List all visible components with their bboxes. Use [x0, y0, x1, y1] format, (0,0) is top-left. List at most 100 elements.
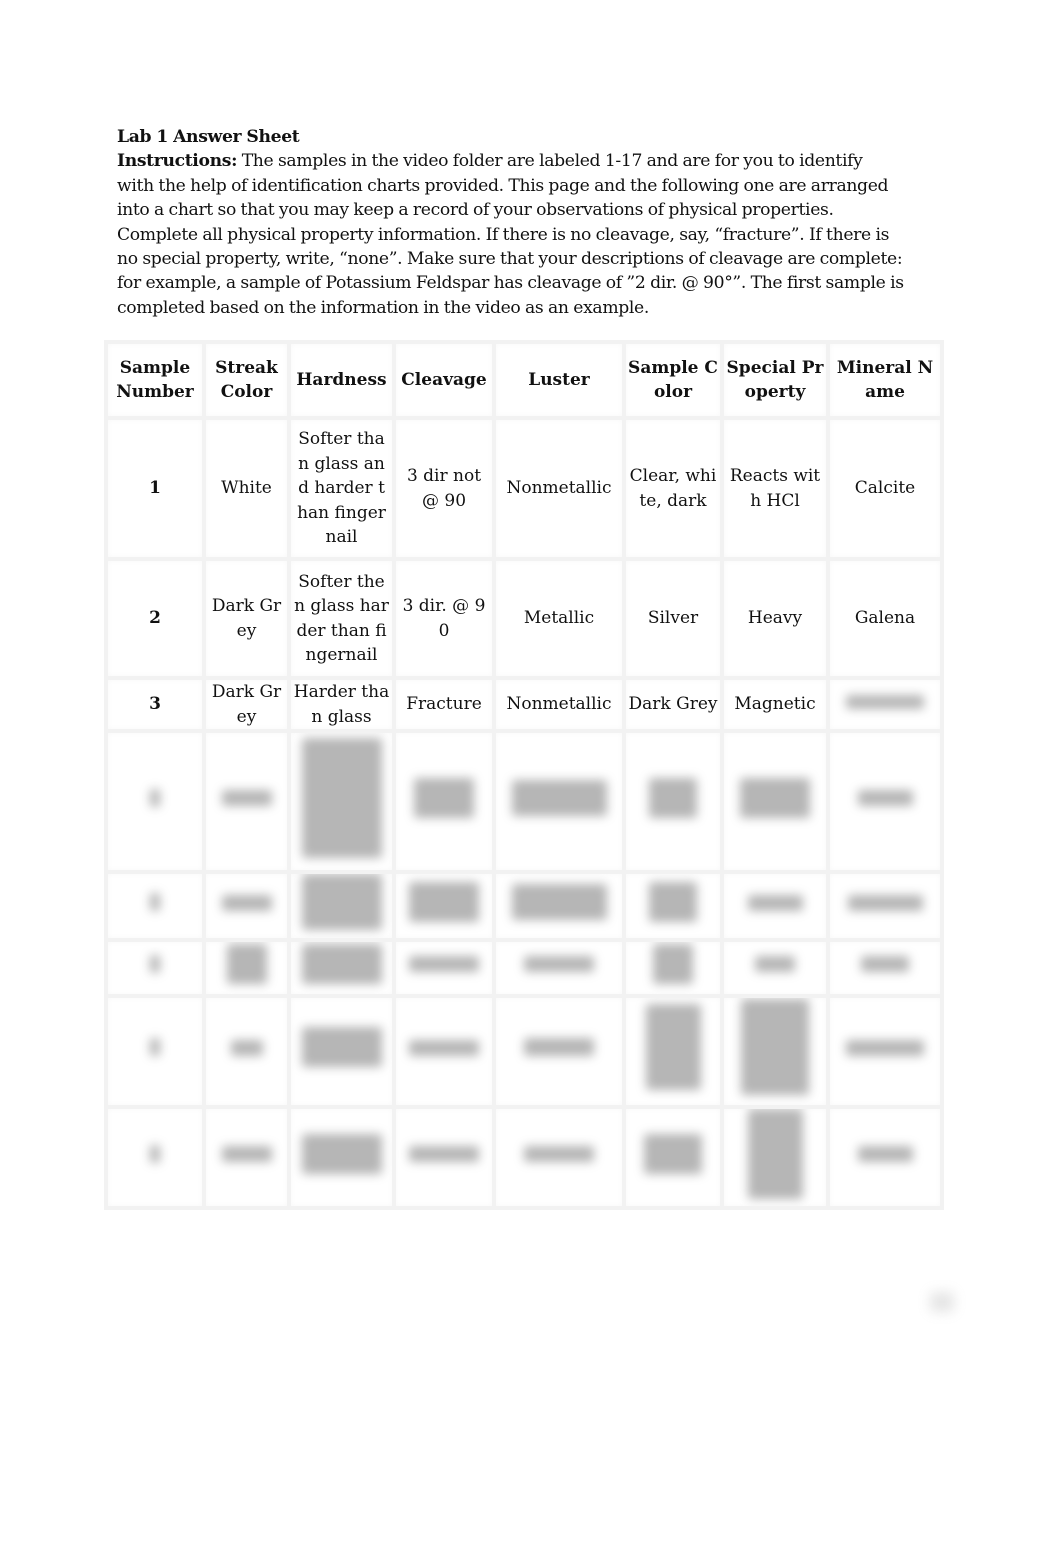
cell-hardness: Softer then glass harder than fingernail [287, 557, 396, 680]
cell-luster: Nonmetallic [492, 416, 626, 561]
blurred-text [301, 1027, 382, 1068]
instruction-line: Instructions: The samples in the video f… [117, 149, 957, 173]
blurred-text [150, 954, 160, 973]
cell-hardness: Harder than glass [287, 676, 396, 733]
blurred-text [221, 894, 272, 911]
blurred-text [846, 695, 924, 710]
blurred-text [301, 943, 382, 984]
table-row-blurred [104, 937, 944, 998]
cell-blurred [720, 870, 830, 942]
cell-luster: Metallic [492, 557, 626, 680]
blurred-text [409, 1039, 479, 1056]
cell-cleavage: 3 dir. @ 90 [392, 557, 496, 680]
cell-blurred [202, 870, 291, 942]
cell-blurred [622, 937, 724, 998]
cell-blurred [826, 937, 944, 998]
cell-blurred [392, 1104, 496, 1210]
blurred-text [221, 1146, 272, 1162]
header-streak-color: Streak Color [202, 340, 291, 420]
instruction-line: with the help of identification charts p… [117, 175, 889, 196]
cell-streak-color: Dark Grey [202, 557, 291, 680]
cell-blurred [287, 729, 396, 874]
blurred-text [747, 894, 803, 911]
cell-blurred [202, 937, 291, 998]
blurred-text [847, 894, 923, 911]
cell-blurred [622, 729, 724, 874]
cell-blurred [622, 1104, 724, 1210]
cell-hardness: Softer than glass and harder than finger… [287, 416, 396, 561]
instruction-line: for example, a sample of Potassium Felds… [117, 273, 904, 294]
blurred-text [511, 884, 607, 920]
table-row-blurred [104, 993, 944, 1109]
blurred-text [524, 956, 594, 973]
cell-blurred [826, 729, 944, 874]
cell-blurred [202, 1104, 291, 1210]
blurred-text [301, 1133, 382, 1174]
cell-blurred [492, 993, 626, 1109]
cell-blurred [104, 937, 206, 998]
cell-blurred [826, 870, 944, 942]
blurred-text [150, 1038, 160, 1057]
cell-cleavage: 3 dir not @ 90 [392, 416, 496, 561]
cell-blurred [202, 993, 291, 1109]
blurred-text [653, 943, 693, 984]
header-sample-color: Sample Color [622, 340, 724, 420]
page-number-blurred [930, 1292, 954, 1312]
blurred-text [741, 999, 809, 1096]
header-sample-number: Sample Number [104, 340, 206, 420]
cell-blurred [492, 870, 626, 942]
cell-blurred [720, 993, 830, 1109]
cell-blurred [826, 1104, 944, 1210]
blurred-text [524, 1146, 594, 1162]
blurred-text [414, 777, 474, 818]
blurred-text [649, 882, 697, 922]
page-title: Lab 1 Answer Sheet [117, 127, 300, 147]
cell-streak-color: White [202, 416, 291, 561]
cell-blurred [492, 729, 626, 874]
instruction-line: no special property, write, “none”. Make… [117, 249, 903, 270]
header-cleavage: Cleavage [392, 340, 496, 420]
blurred-text [221, 790, 272, 807]
blurred-text [857, 1146, 913, 1162]
cell-blurred [492, 1104, 626, 1210]
instructions-block: Lab 1 Answer Sheet Instructions: The sam… [117, 125, 957, 320]
blurred-text [857, 790, 913, 807]
blurred-text [230, 1039, 263, 1056]
cell-blurred [287, 870, 396, 942]
cell-blurred [622, 870, 724, 942]
cell-blurred [287, 993, 396, 1109]
cell-luster: Nonmetallic [492, 676, 626, 733]
blurred-text [511, 779, 607, 816]
table-header-row: Sample Number Streak Color Hardness Clea… [104, 340, 944, 420]
cell-blurred [720, 937, 830, 998]
cell-cleavage: Fracture [392, 676, 496, 733]
cell-special-property: Reacts with HCl [720, 416, 830, 561]
cell-blurred [287, 937, 396, 998]
cell-blurred [392, 937, 496, 998]
blurred-text [649, 777, 697, 818]
cell-streak-color: Dark Grey [202, 676, 291, 733]
cell-blurred [202, 729, 291, 874]
table-row: 1 White Softer than glass and harder tha… [104, 416, 944, 561]
cell-blurred [287, 1104, 396, 1210]
cell-blurred [392, 870, 496, 942]
blurred-text [755, 956, 795, 973]
cell-special-property: Magnetic [720, 676, 830, 733]
cell-blurred [104, 870, 206, 942]
blurred-text [301, 737, 382, 858]
cell-mineral-name: Calcite [826, 416, 944, 561]
cell-blurred [104, 729, 206, 874]
blurred-text [644, 1133, 702, 1174]
instructions-label: Instructions: [117, 151, 238, 172]
blurred-text [740, 777, 810, 818]
cell-blurred [104, 1104, 206, 1210]
blurred-text [150, 788, 160, 807]
blurred-text [747, 1110, 803, 1199]
cell-blurred [392, 993, 496, 1109]
instruction-line: completed based on the information in th… [117, 297, 649, 318]
cell-blurred [622, 993, 724, 1109]
blurred-text [409, 1146, 479, 1162]
cell-blurred [392, 729, 496, 874]
cell-special-property: Heavy [720, 557, 830, 680]
table-row-blurred [104, 870, 944, 942]
